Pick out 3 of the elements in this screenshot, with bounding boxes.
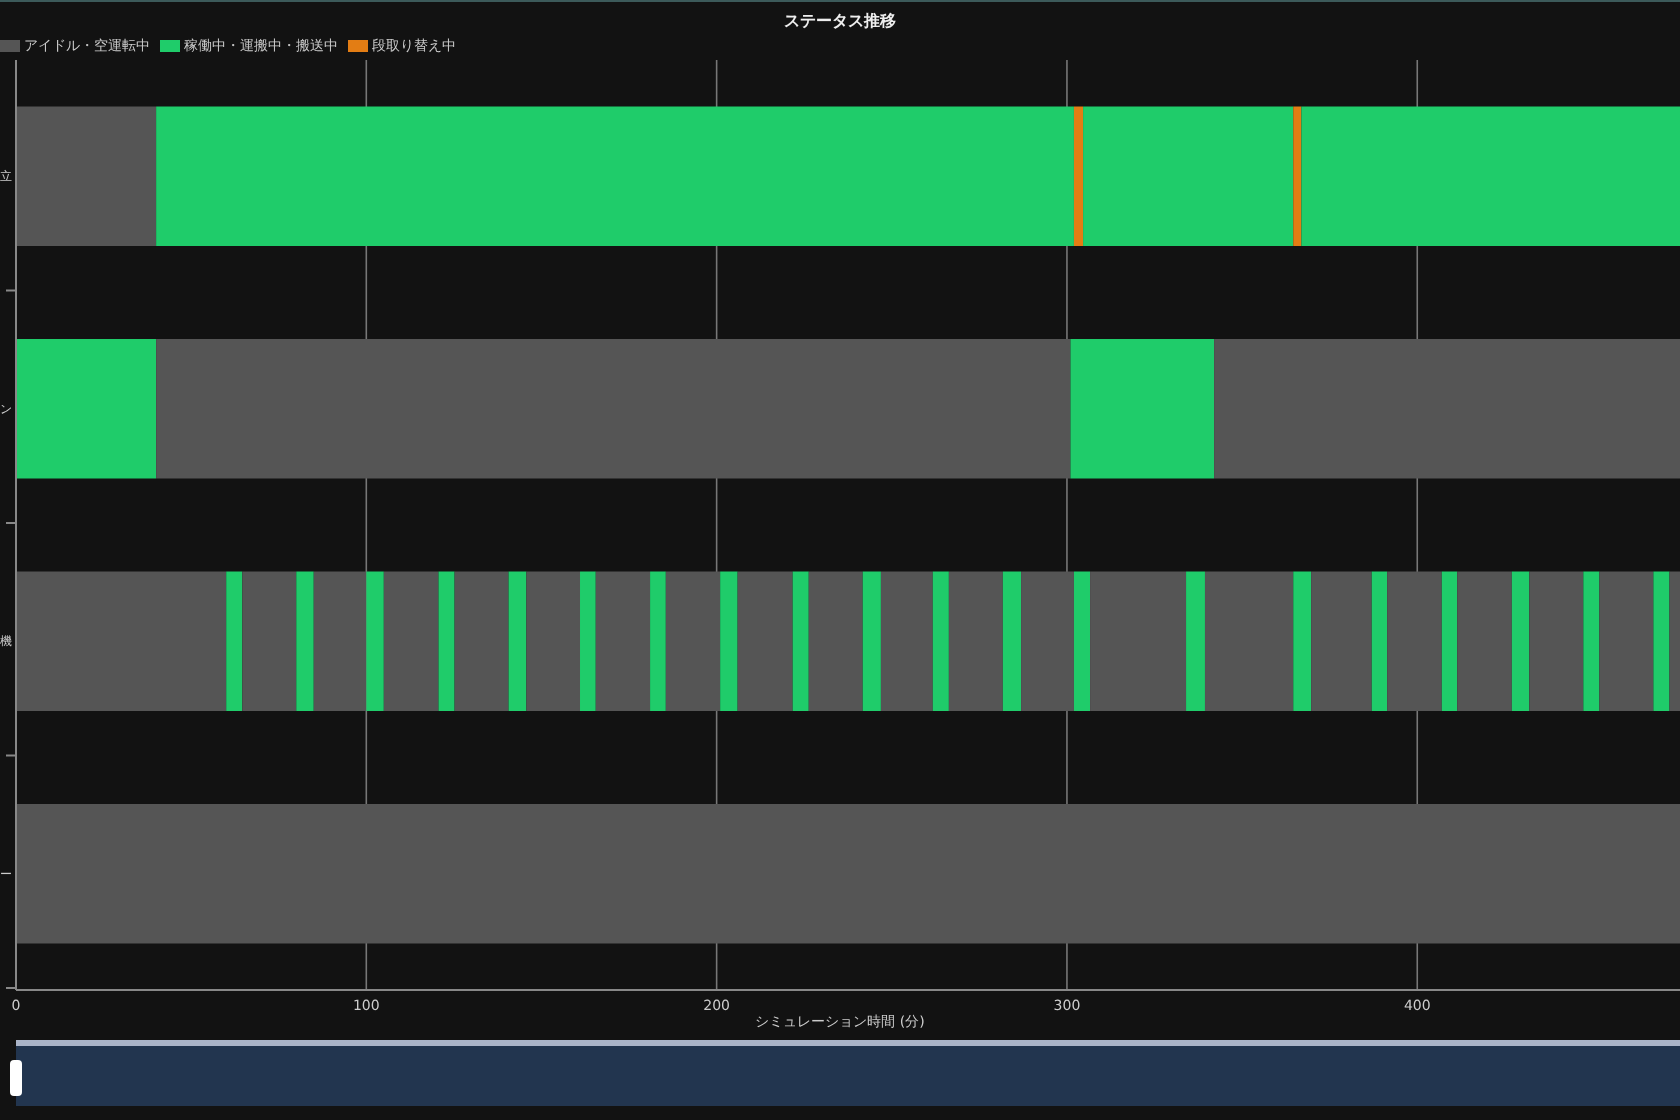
slider-handle[interactable]: [10, 1060, 22, 1096]
range-slider[interactable]: [16, 1040, 1680, 1106]
chart-title: ステータス推移: [784, 12, 896, 32]
